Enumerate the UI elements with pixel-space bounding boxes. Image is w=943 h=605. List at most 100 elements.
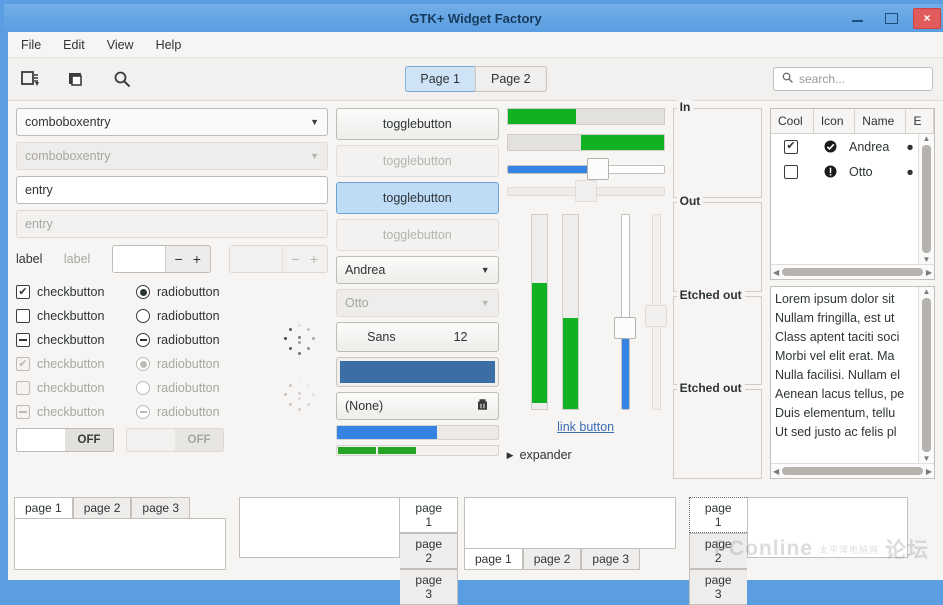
checkbutton-indeterminate[interactable] [16,333,30,347]
check-radio-row: ✔ checkbutton radiobutton [16,280,272,304]
treeview-horizontal-scrollbar[interactable]: ◀ ▶ [771,264,934,279]
file-chooser-button[interactable]: (None) [336,392,499,420]
close-button[interactable]: × [913,7,941,29]
row-checkbox-checked[interactable]: ✔ [771,139,811,154]
textview-horizontal-scrollbar[interactable]: ◀ ▶ [771,463,934,478]
notebook-tab-page-3[interactable]: page 3 [689,569,747,605]
text-line: Nulla facilisi. Nullam el [775,368,901,382]
label-spin-row: label label − + − + [16,244,329,274]
comboboxentry-active-value: comboboxentry [25,115,111,129]
text-line: Nullam fringilla, est ut [775,311,895,325]
column-header-cool[interactable]: Cool [771,109,814,133]
column-header-extra[interactable]: E [906,109,935,133]
menu-item-view[interactable]: View [104,36,137,54]
entry-active[interactable]: entry [16,176,328,204]
textview-lines[interactable]: Lorem ipsum dolor sit Nullam fringilla, … [771,287,918,463]
minimize-button[interactable] [845,8,869,28]
switch-active[interactable]: OFF [16,428,114,452]
spin-minus-icon[interactable]: − [175,251,183,267]
levelbar-vertical-1 [530,214,549,410]
color-button[interactable] [336,357,499,387]
treeview[interactable]: Cool Icon Name E ✔ Andrea ● Otto ● ▲ ▼ ◀… [770,108,935,280]
menu-item-help[interactable]: Help [153,36,185,54]
notebook-tab-page-1[interactable]: page 1 [464,549,523,570]
scale-slider[interactable] [587,158,610,180]
radiobutton-checked-disabled [136,357,150,371]
link-button[interactable]: link button [507,420,665,434]
scrollbar-thumb[interactable] [782,268,923,276]
table-row[interactable]: Otto ● [771,159,918,184]
notebook-tab-page-1[interactable]: page 1 [689,497,747,533]
togglebutton-active[interactable]: togglebutton [336,182,499,214]
search-icon[interactable] [110,67,134,91]
frame-caption: In [676,100,694,114]
check-circle-icon [811,139,849,154]
menu-item-edit[interactable]: Edit [60,36,88,54]
notebook-tabs-right: page 1 page 2 page 3 [239,497,458,605]
textview-vertical-scrollbar[interactable]: ▲ ▼ [918,287,934,463]
notebook-tab-page-3[interactable]: page 3 [400,569,458,605]
scrollbar-thumb[interactable] [922,298,931,452]
maximize-button[interactable] [879,8,903,28]
font-size-label: 12 [453,330,468,344]
combobox-active[interactable]: Andrea ▼ [336,256,499,284]
scale-horizontal-active[interactable] [506,158,665,180]
table-row[interactable]: ✔ Andrea ● [771,134,918,159]
scroll-down-icon[interactable]: ▼ [923,255,931,264]
progressbar-fill [337,426,437,439]
scroll-up-icon[interactable]: ▲ [923,134,931,143]
togglebutton-active-disabled: togglebutton [336,219,499,251]
tab-page-2[interactable]: Page 2 [475,66,547,92]
combobox-disabled-value: Otto [345,296,369,310]
checkbutton-label: checkbutton [37,285,105,299]
scale-vertical-active[interactable] [614,214,637,410]
scrollbar-thumb[interactable] [782,467,923,475]
tab-page-1[interactable]: Page 1 [404,66,475,92]
treeview-vertical-scrollbar[interactable]: ▲ ▼ [918,134,934,264]
notebook-tab-page-3[interactable]: page 3 [581,549,641,570]
scale-vertical-disabled [645,214,668,410]
spinbutton-active-buttons[interactable]: − + [164,246,210,272]
notebook-tab-page-2[interactable]: page 2 [400,533,458,569]
checkbutton-checked[interactable]: ✔ [16,285,30,299]
checkbutton-unchecked[interactable] [16,309,30,323]
expander[interactable]: ▶ expander [507,448,665,462]
search-input[interactable]: search... [773,67,933,91]
menu-item-file[interactable]: File [18,36,44,54]
text-line: Lorem ipsum dolor sit [775,292,895,306]
search-icon [781,71,794,87]
row-checkbox-unchecked[interactable] [771,164,811,179]
notebook-tab-page-2[interactable]: page 2 [522,549,582,570]
spin-plus-icon[interactable]: + [193,251,201,267]
notebook-tab-page-1[interactable]: page 1 [14,497,73,518]
spinbutton-active[interactable]: − + [111,245,211,273]
font-button[interactable]: Sans 12 [336,322,499,352]
scale-slider[interactable] [614,316,637,339]
column-header-name[interactable]: Name [855,109,907,133]
scroll-left-icon[interactable]: ◀ [773,268,779,277]
radiobutton-unchecked[interactable] [136,309,150,323]
scrollbar-thumb[interactable] [922,145,931,253]
column-header-icon[interactable]: Icon [814,109,856,133]
radiobutton-checked[interactable] [136,285,150,299]
notebook-page [464,497,676,549]
notebook-tab-page-3[interactable]: page 3 [131,497,191,518]
trash-icon[interactable] [475,397,490,415]
scroll-right-icon[interactable]: ▶ [926,268,932,277]
scroll-left-icon[interactable]: ◀ [773,467,779,476]
copy-icon[interactable] [64,67,88,91]
radiobutton-label: radiobutton [157,309,220,323]
togglebutton-normal[interactable]: togglebutton [336,108,499,140]
scroll-up-icon[interactable]: ▲ [923,287,931,296]
textview[interactable]: Lorem ipsum dolor sit Nullam fringilla, … [770,286,935,479]
scroll-right-icon[interactable]: ▶ [926,467,932,476]
notebook-tab-page-1[interactable]: page 1 [400,497,458,533]
new-document-icon[interactable] [18,67,42,91]
comboboxentry-active[interactable]: comboboxentry ▼ [16,108,328,136]
checkbutton-indeterminate-disabled [16,405,30,419]
column-inputs: comboboxentry ▼ comboboxentry ▼ entry en… [16,108,329,479]
scroll-down-icon[interactable]: ▼ [923,454,931,463]
radiobutton-indeterminate[interactable] [136,333,150,347]
spinbutton-active-field[interactable] [112,246,165,272]
notebook-tab-page-2[interactable]: page 2 [72,497,132,518]
